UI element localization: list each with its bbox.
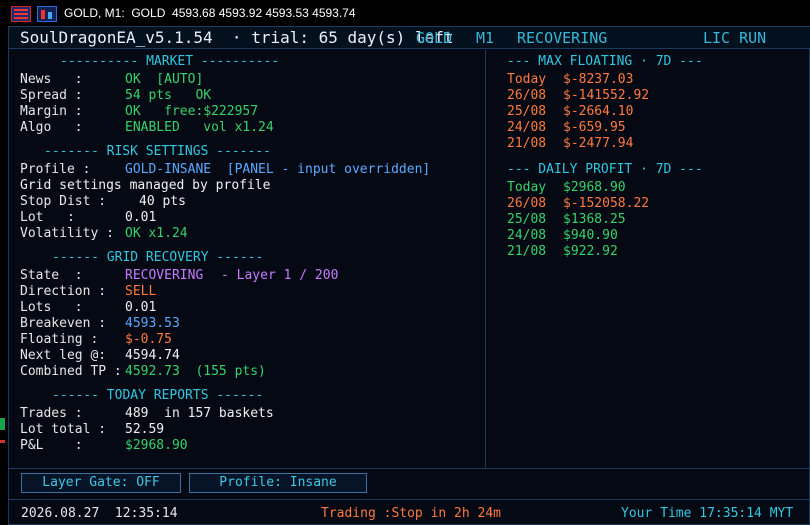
user-time: Your Time 17:35:14 MYT xyxy=(621,506,794,521)
grid-tp-label: Combined TP : xyxy=(20,364,122,379)
grid-tp-value: 4592.73 (155 pts) xyxy=(125,364,266,379)
grid-nextleg-label: Next leg @: xyxy=(20,348,107,363)
today-trades-value: 489 in 157 baskets xyxy=(125,406,274,421)
daily-profit-date: 21/08 xyxy=(507,244,547,259)
daily-profit-value: $922.92 xyxy=(563,244,618,259)
risk-vol-label: Volatility : xyxy=(20,226,114,241)
server-datetime: 2026.08.27 12:35:14 xyxy=(21,506,178,521)
max-floating-value: $-8237.03 xyxy=(563,72,634,87)
max-floating-value: $-2664.10 xyxy=(563,104,634,119)
grid-direction-value: SELL xyxy=(125,284,157,299)
ea-panel: SoulDragonEA_v5.1.54 · trial: 65 day(s) … xyxy=(8,26,810,525)
market-news-value: OK [AUTO] xyxy=(125,72,204,87)
market-spread-label: Spread : xyxy=(20,88,83,103)
header-symbol: GOLD xyxy=(416,29,453,47)
risk-profile-value: GOLD-INSANE [PANEL - input overridden] xyxy=(125,162,431,177)
daily-profit-date: 26/08 xyxy=(507,196,547,211)
today-pnl-value: $2968.90 xyxy=(125,438,188,453)
header-state: RECOVERING xyxy=(517,29,608,47)
market-margin-value: OK free:$222957 xyxy=(125,104,259,119)
chart-edge-marker xyxy=(0,418,5,430)
max-floating-date: 26/08 xyxy=(507,88,547,103)
daily-profit-value: $2968.90 xyxy=(563,180,626,195)
max-floating-date: 21/08 xyxy=(507,136,547,151)
chart-toolbar: GOLD, M1: GOLD 4593.68 4593.92 4593.53 4… xyxy=(0,0,810,28)
market-news-label: News : xyxy=(20,72,83,87)
max-floating-value: $-659.95 xyxy=(563,120,626,135)
risk-stop-value: 40 pts xyxy=(139,194,186,209)
market-algo-label: Algo : xyxy=(20,120,83,135)
chart-bars-icon[interactable] xyxy=(11,6,31,22)
grid-state-value: RECOVERING xyxy=(125,268,204,283)
risk-section-title: ------- RISK SETTINGS ------- xyxy=(44,144,271,159)
max-floating-value: $-2477.94 xyxy=(563,136,634,151)
daily-profit-date: Today xyxy=(507,180,547,195)
max-floating-date: 25/08 xyxy=(507,104,547,119)
ea-title: SoulDragonEA_v5.1.54 · trial: 65 day(s) … xyxy=(20,28,454,47)
daily-profit-date: 24/08 xyxy=(507,228,547,243)
market-margin-label: Margin : xyxy=(20,104,83,119)
grid-floating-label: Floating : xyxy=(20,332,99,347)
market-spread-value: 54 pts OK xyxy=(125,88,212,103)
grid-layer: - Layer 1 / 200 xyxy=(221,268,339,283)
profile-button[interactable]: Profile: Insane xyxy=(189,473,367,493)
grid-section-title: ------ GRID RECOVERY ------ xyxy=(52,250,264,265)
max-floating-date: Today xyxy=(507,72,547,87)
divider-top xyxy=(9,468,810,469)
grid-breakeven-value: 4593.53 xyxy=(125,316,180,331)
layer-gate-button[interactable]: Layer Gate: OFF xyxy=(21,473,181,493)
market-section-title: ---------- MARKET ---------- xyxy=(60,54,280,69)
chart-edge-marker-red xyxy=(0,440,5,443)
header-timeframe: M1 xyxy=(476,29,495,47)
license-status: LIC RUN xyxy=(703,29,767,47)
today-lot-value: 52.59 xyxy=(125,422,165,437)
daily-profit-value: $1368.25 xyxy=(563,212,626,227)
risk-lot-label: Lot : xyxy=(20,210,75,225)
trading-countdown: Trading :Stop in 2h 24m xyxy=(321,506,502,521)
daily-profit-title: --- DAILY PROFIT · 7D --- xyxy=(507,162,703,177)
grid-breakeven-label: Breakeven : xyxy=(20,316,107,331)
daily-profit-value: $-152058.22 xyxy=(563,196,650,211)
today-pnl-label: P&L : xyxy=(20,438,83,453)
risk-profile-label: Profile : xyxy=(20,162,91,177)
grid-direction-label: Direction : xyxy=(20,284,107,299)
max-floating-value: $-141552.92 xyxy=(563,88,650,103)
grid-floating-value: $-0.75 xyxy=(125,332,172,347)
grid-lots-value: 0.01 xyxy=(125,300,157,315)
max-floating-date: 24/08 xyxy=(507,120,547,135)
today-lot-label: Lot total : xyxy=(20,422,107,437)
risk-note: Grid settings managed by profile xyxy=(20,178,271,193)
max-floating-title: --- MAX FLOATING · 7D --- xyxy=(507,54,703,69)
risk-stop-label: Stop Dist : xyxy=(20,194,107,209)
today-section-title: ------ TODAY REPORTS ------ xyxy=(52,388,264,403)
grid-lots-label: Lots : xyxy=(20,300,83,315)
divider-bottom xyxy=(9,499,810,500)
market-algo-value: ENABLED vol x1.24 xyxy=(125,120,274,135)
candles-icon[interactable] xyxy=(37,6,57,22)
risk-lot-value: 0.01 xyxy=(125,210,157,225)
daily-profit-date: 25/08 xyxy=(507,212,547,227)
panel-header: SoulDragonEA_v5.1.54 · trial: 65 day(s) … xyxy=(9,27,810,49)
grid-nextleg-value: 4594.74 xyxy=(125,348,180,363)
grid-state-label: State : xyxy=(20,268,83,283)
daily-profit-value: $940.90 xyxy=(563,228,618,243)
column-divider xyxy=(485,50,486,468)
today-trades-label: Trades : xyxy=(20,406,83,421)
risk-vol-value: OK x1.24 xyxy=(125,226,188,241)
chart-quote-text: GOLD, M1: GOLD 4593.68 4593.92 4593.53 4… xyxy=(64,6,356,20)
